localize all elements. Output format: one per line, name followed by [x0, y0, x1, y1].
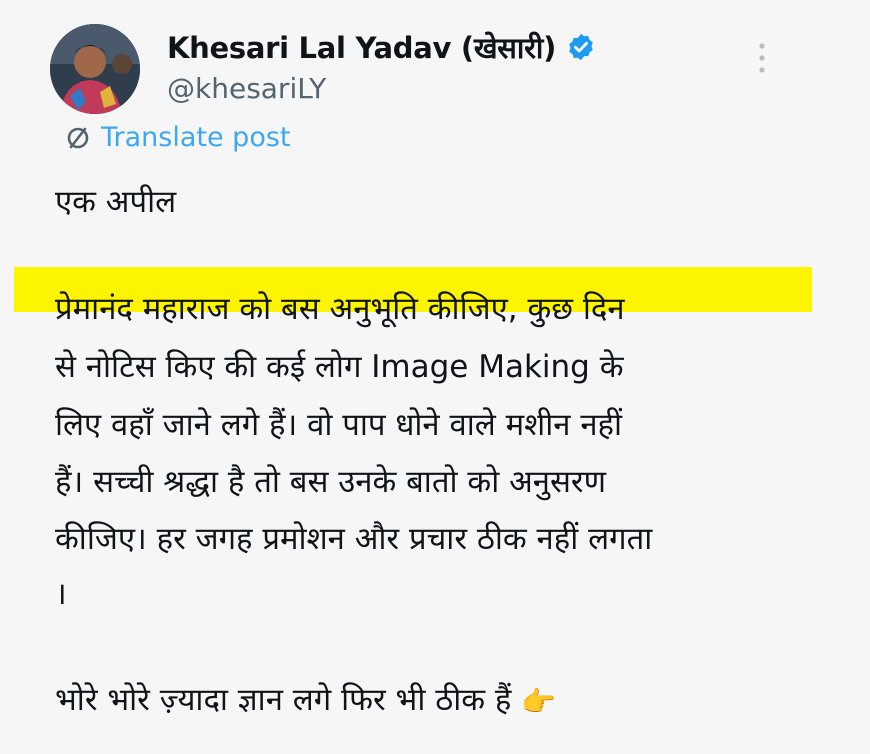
translate-post-label: Translate post — [101, 122, 291, 153]
translate-post-button[interactable]: Translate post — [63, 122, 291, 153]
post-closing-text: भोरे भोरे ज़्यादा ज्ञान लगे फिर भी ठीक ह… — [55, 682, 512, 718]
post-title-line: एक अपील — [55, 184, 177, 220]
post-closing-line: भोरे भोरे ज़्यादा ज्ञान लगे फिर भी ठीक ह… — [55, 678, 815, 720]
avatar[interactable] — [50, 24, 140, 114]
post-line-1: प्रेमानंद महाराज को बस अनुभूति कीजिए, कु… — [55, 291, 625, 327]
author-name[interactable]: Khesari Lal Yadav (खेसारी) — [167, 28, 556, 67]
post-line-4: हैं। सच्ची श्रद्धा है तो बस उनके बातो को… — [55, 464, 607, 500]
verified-badge-icon — [569, 33, 593, 61]
pointing-hand-icon: 👉 — [521, 685, 557, 718]
post-line-2: से नोटिस किए की कई लोग Image Making के — [55, 349, 624, 385]
post-line-3: लिए वहाँ जाने लगे हैं। वो पाप धोने वाले … — [55, 407, 623, 443]
translate-icon — [67, 127, 89, 148]
author-handle[interactable]: @khesariLY — [167, 72, 326, 105]
post-line-6: । — [55, 576, 67, 612]
more-options-icon[interactable] — [755, 40, 769, 76]
post-line-5: कीजिए। हर जगह प्रमोशन और प्रचार ठीक नहीं… — [55, 521, 653, 557]
avatar-image — [50, 24, 140, 114]
post-card: Khesari Lal Yadav (खेसारी) @khesariLY Tr… — [0, 0, 870, 754]
